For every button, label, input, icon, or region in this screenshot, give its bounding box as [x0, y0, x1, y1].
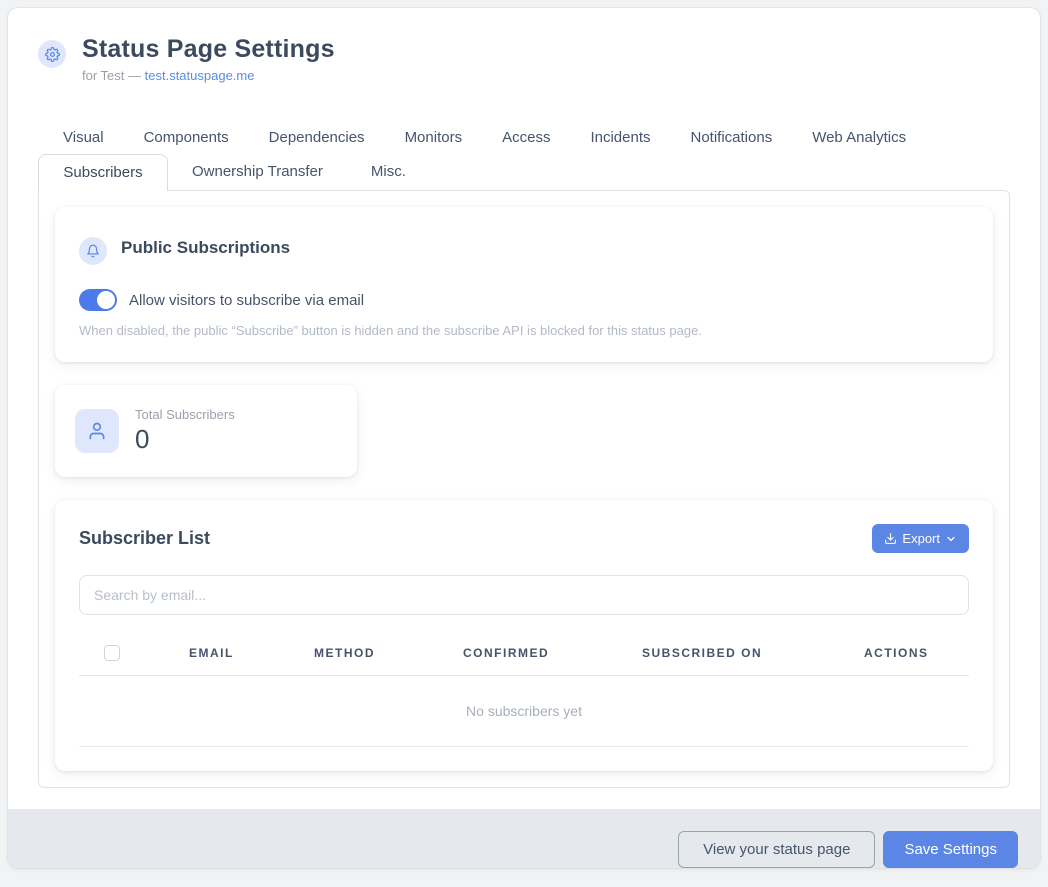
save-settings-button[interactable]: Save Settings — [883, 831, 1018, 868]
subscriber-list-title: Subscriber List — [79, 528, 210, 549]
download-icon — [884, 532, 897, 545]
tabs-row-secondary: Subscribers Ownership Transfer Misc. — [8, 154, 1040, 190]
subscribe-toggle[interactable] — [79, 289, 117, 311]
subscribe-toggle-label: Allow visitors to subscribe via email — [129, 292, 364, 309]
subscriber-list-header: Subscriber List Export — [79, 524, 969, 553]
total-subscribers-label: Total Subscribers — [135, 407, 235, 422]
public-subscriptions-card: Public Subscriptions Allow visitors to s… — [55, 207, 993, 362]
bell-icon — [79, 237, 107, 265]
tab-components[interactable]: Components — [124, 121, 249, 154]
tab-visual[interactable]: Visual — [38, 121, 124, 154]
total-subscribers-stat: Total Subscribers 0 — [135, 407, 235, 455]
column-header-method: METHOD — [314, 635, 463, 676]
column-header-actions: ACTIONS — [864, 635, 969, 676]
empty-state-row: No subscribers yet — [79, 676, 969, 747]
settings-window: Status Page Settings for Test — test.sta… — [8, 8, 1040, 868]
subscribe-toggle-row: Allow visitors to subscribe via email — [79, 289, 969, 311]
tab-subscribers[interactable]: Subscribers — [38, 154, 168, 191]
tab-web-analytics[interactable]: Web Analytics — [792, 121, 926, 154]
subscriber-table: EMAIL METHOD CONFIRMED SUBSCRIBED ON ACT… — [79, 635, 969, 747]
subscriber-list-card: Subscriber List Export — [55, 500, 993, 771]
export-button-label: Export — [902, 531, 940, 546]
total-subscribers-card: Total Subscribers 0 — [55, 385, 357, 477]
tab-monitors[interactable]: Monitors — [385, 121, 483, 154]
public-subscriptions-header: Public Subscriptions — [79, 231, 969, 265]
public-subscriptions-title: Public Subscriptions — [121, 238, 290, 258]
tabs-row-primary: Visual Components Dependencies Monitors … — [8, 121, 1040, 154]
subtitle-prefix: for Test — — [82, 68, 145, 83]
search-input[interactable] — [79, 575, 969, 615]
gear-icon — [38, 40, 66, 68]
chevron-down-icon — [945, 533, 957, 545]
total-subscribers-value: 0 — [135, 424, 235, 455]
page-subtitle: for Test — test.statuspage.me — [82, 68, 335, 83]
table-header-row: EMAIL METHOD CONFIRMED SUBSCRIBED ON ACT… — [79, 635, 969, 676]
subscribers-tab-panel: Public Subscriptions Allow visitors to s… — [38, 190, 1010, 788]
page-header: Status Page Settings for Test — test.sta… — [8, 8, 1040, 83]
export-button[interactable]: Export — [872, 524, 969, 553]
user-icon — [75, 409, 119, 453]
tab-misc[interactable]: Misc. — [347, 154, 430, 190]
column-header-confirmed: CONFIRMED — [463, 635, 642, 676]
select-all-checkbox[interactable] — [104, 645, 120, 661]
empty-state-message: No subscribers yet — [79, 676, 969, 747]
column-header-email: EMAIL — [189, 635, 314, 676]
tab-ownership-transfer[interactable]: Ownership Transfer — [168, 154, 347, 190]
page-title: Status Page Settings — [82, 34, 335, 65]
toggle-knob — [97, 291, 115, 309]
tab-access[interactable]: Access — [482, 121, 570, 154]
subscribe-helper-text: When disabled, the public “Subscribe” bu… — [79, 323, 969, 338]
header-titles: Status Page Settings for Test — test.sta… — [82, 34, 335, 83]
tab-dependencies[interactable]: Dependencies — [249, 121, 385, 154]
footer-bar: View your status page Save Settings — [8, 809, 1040, 868]
view-status-page-button[interactable]: View your status page — [678, 831, 875, 868]
tab-notifications[interactable]: Notifications — [671, 121, 793, 154]
tab-incidents[interactable]: Incidents — [570, 121, 670, 154]
column-header-subscribed-on: SUBSCRIBED ON — [642, 635, 864, 676]
status-page-link[interactable]: test.statuspage.me — [145, 68, 255, 83]
